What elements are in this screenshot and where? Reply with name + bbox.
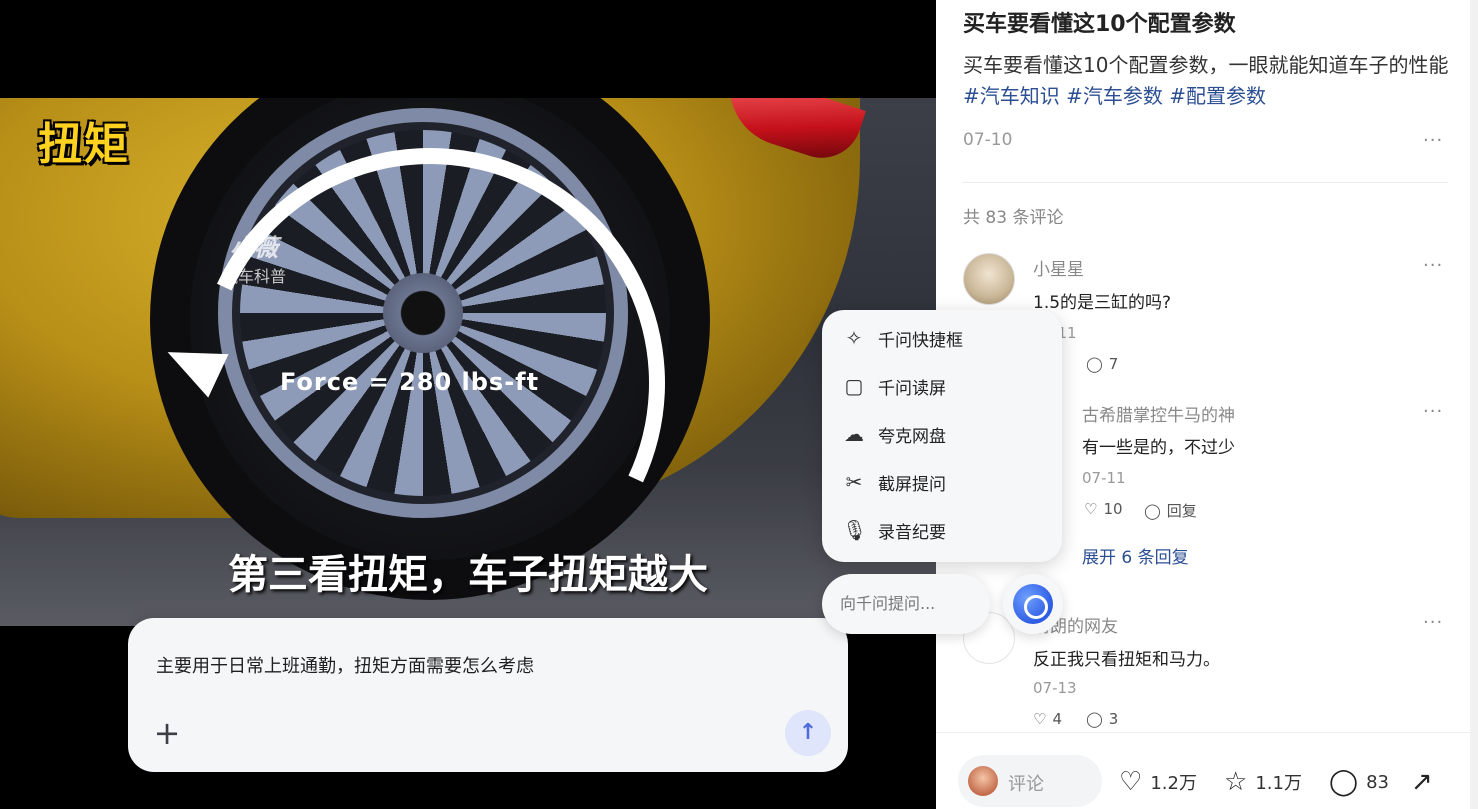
menu-item-label: 截屏提问 <box>878 474 946 495</box>
comment-text: 有一些是的，不过少 <box>1082 438 1235 458</box>
heart-icon: ♡ <box>1084 500 1098 518</box>
comment-author[interactable]: 古希腊掌控牛马的神 <box>1082 401 1235 426</box>
menu-item-screen-read[interactable]: ▢ 千问读屏 <box>842 368 1052 404</box>
avatar[interactable] <box>963 253 1015 305</box>
like-button[interactable]: ♡ 10 <box>1084 500 1123 518</box>
comment-date: 07-13 <box>1033 679 1077 697</box>
comment-button[interactable]: ◯ 83 <box>1329 767 1389 797</box>
plus-icon[interactable]: + <box>152 717 182 749</box>
reply-button[interactable]: ◯ 回复 <box>1144 500 1197 521</box>
comment-placeholder: 评论 <box>1008 774 1044 795</box>
chat-input-box[interactable]: 主要用于日常上班通勤，扭矩方面需要怎么考虑 + ↑ <box>128 618 848 772</box>
more-options-icon[interactable]: ··· <box>1423 612 1443 633</box>
speech-bubble-icon: ◯ <box>1329 767 1359 797</box>
post-description-text: 买车要看懂这10个配置参数，一眼就能知道车子的性能 <box>963 53 1449 77</box>
comment-text: 反正我只看扭矩和马力。 <box>1033 650 1220 670</box>
favorite-count: 1.1万 <box>1255 773 1302 794</box>
assistant-launcher-button[interactable] <box>1003 574 1063 634</box>
divider <box>963 182 1448 183</box>
menu-item-label: 录音纪要 <box>878 522 946 543</box>
comment-total: 83 <box>1366 771 1390 793</box>
like-count: 1.2万 <box>1150 773 1197 794</box>
favorite-button[interactable]: ☆ 1.1万 <box>1224 767 1302 797</box>
screen-read-icon: ▢ <box>844 374 864 398</box>
video-title-tag: 扭矩 <box>38 119 130 170</box>
menu-item-screenshot-ask[interactable]: ✂ 截屏提问 <box>842 464 1052 500</box>
comment-text: 1.5的是三缸的吗? <box>1033 293 1172 313</box>
speech-bubble-icon: ◯ <box>1144 501 1161 520</box>
avatar <box>968 766 998 796</box>
more-options-icon[interactable]: ··· <box>1423 130 1443 151</box>
comment-author[interactable]: 小星星 <box>1033 255 1084 280</box>
star-icon: ☆ <box>1224 767 1248 797</box>
menu-item-label: 千问读屏 <box>878 378 946 399</box>
more-options-icon[interactable]: ··· <box>1423 255 1443 276</box>
microphone-icon: 🎙 <box>842 518 868 542</box>
menu-item-recording-notes[interactable]: 🎙 录音纪要 <box>842 512 1052 548</box>
reply-button[interactable]: ◯ 3 <box>1086 710 1118 728</box>
assistant-logo-icon <box>1013 584 1053 624</box>
watermark-line1: 小薇 <box>230 234 278 262</box>
share-button[interactable]: ↗ <box>1411 767 1433 797</box>
reply-button[interactable]: ◯ 7 <box>1086 355 1118 373</box>
sparkle-icon: ✧ <box>845 326 863 350</box>
expand-replies-link[interactable]: 展开 6 条回复 <box>1082 543 1189 568</box>
video-subtitle: 第三看扭矩，车子扭矩越大 <box>228 552 708 598</box>
watermark-line2: 汽车科普 <box>222 267 287 286</box>
like-button[interactable]: ♡ 1.2万 <box>1119 767 1197 797</box>
menu-item-label: 千问快捷框 <box>878 330 963 351</box>
heart-icon: ♡ <box>1119 767 1143 797</box>
more-options-icon[interactable]: ··· <box>1423 401 1443 422</box>
scissors-icon: ✂ <box>845 470 863 494</box>
menu-item-quick-box[interactable]: ✧ 千问快捷框 <box>842 320 1052 356</box>
cloud-icon: ☁ <box>844 422 864 446</box>
like-button[interactable]: ♡ 4 <box>1033 710 1062 728</box>
like-count: 10 <box>1103 500 1123 518</box>
comment-date: 07-11 <box>1082 469 1126 487</box>
watermark: 小薇 汽车科普 <box>222 228 286 287</box>
reply-count: 7 <box>1108 355 1119 373</box>
speech-bubble-icon: ◯ <box>1086 355 1103 373</box>
bottom-action-bar: 评论 ♡ 1.2万 ☆ 1.1万 ◯ 83 ↗ <box>936 732 1478 809</box>
heart-icon: ♡ <box>1033 710 1047 728</box>
comment-input-pill[interactable]: 评论 <box>958 755 1102 807</box>
comment-count: 共 83 条评论 <box>963 208 1064 228</box>
hashtag-link[interactable]: #配置参数 <box>1169 84 1266 108</box>
arrow-up-icon[interactable]: ↑ <box>785 710 831 756</box>
reply-count: 3 <box>1108 710 1119 728</box>
scrollbar[interactable] <box>1470 0 1478 809</box>
force-label: Force = 280 lbs-ft <box>280 368 540 396</box>
menu-item-cloud-drive[interactable]: ☁ 夸克网盘 <box>842 416 1052 452</box>
menu-item-label: 夸克网盘 <box>878 426 946 447</box>
like-count: 4 <box>1052 710 1062 728</box>
hashtag-link[interactable]: #汽车参数 <box>1066 84 1163 108</box>
share-icon: ↗ <box>1411 767 1433 797</box>
post-date: 07-10 <box>963 130 1013 150</box>
reply-label: 回复 <box>1166 502 1197 520</box>
hashtag-link[interactable]: #汽车知识 <box>963 84 1060 108</box>
chat-input-text[interactable]: 主要用于日常上班通勤，扭矩方面需要怎么考虑 <box>156 652 534 678</box>
assistant-menu: ✧ 千问快捷框 ▢ 千问读屏 ☁ 夸克网盘 ✂ 截屏提问 🎙 录音纪要 <box>822 310 1062 562</box>
ask-assistant-input[interactable]: 向千问提问... <box>822 574 990 634</box>
post-description: 买车要看懂这10个配置参数，一眼就能知道车子的性能 #汽车知识 #汽车参数 #配置… <box>963 50 1453 112</box>
speech-bubble-icon: ◯ <box>1086 710 1103 728</box>
post-title: 买车要看懂这10个配置参数 <box>963 12 1236 37</box>
